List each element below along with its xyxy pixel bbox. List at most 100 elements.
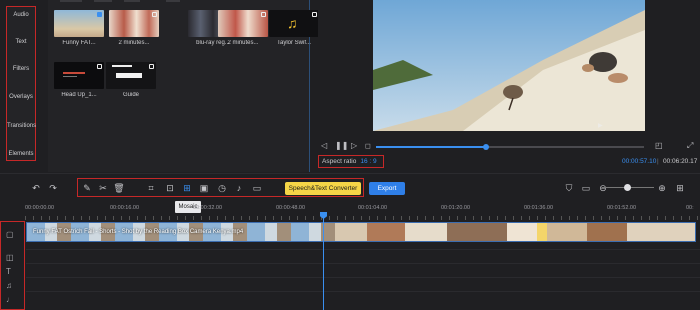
music-note-icon: ♫ [287, 15, 298, 31]
ruler-label: 00:01:20.00 [441, 205, 471, 211]
track-separator [26, 277, 700, 278]
media-thumbnail [218, 10, 268, 37]
media-item[interactable]: ♫ Taylor Swif... [269, 10, 319, 46]
trash-icon[interactable]: 🗑 [113, 182, 125, 194]
checkbox-icon[interactable] [97, 64, 102, 69]
media-thumbnail [106, 62, 156, 89]
scissors-icon[interactable]: ✂ [97, 182, 109, 194]
text-track-icon[interactable]: T [6, 267, 11, 276]
ruler-label: 00:00:16.00 [110, 205, 140, 211]
media-tab[interactable] [60, 0, 82, 2]
camera-icon[interactable]: ◰ [655, 141, 663, 150]
track-separator [26, 249, 700, 250]
crop-icon[interactable]: ⌗ [145, 182, 157, 194]
media-item-label: Head Up_1... [61, 92, 97, 98]
thumbnail-text-graphic [116, 73, 142, 78]
checkbox-icon[interactable] [97, 12, 102, 17]
ruler-ticks [25, 216, 700, 220]
pause-icon[interactable]: ❚❚ [335, 141, 348, 150]
thumbnail-text-graphic [63, 72, 85, 74]
freeze-frame-icon[interactable]: ▣ [198, 182, 210, 194]
ruler-label: 00:01:04.00 [358, 205, 388, 211]
media-tabs [54, 0, 254, 4]
zoom-out-icon[interactable]: ⊖ [597, 182, 609, 194]
sidebar-item-filters[interactable]: Filters [7, 66, 35, 72]
progress-knob[interactable] [482, 144, 489, 150]
ruler-label: 00:00:48.00 [276, 205, 306, 211]
track-separator [26, 263, 700, 264]
current-time: 00:00:57.10 [622, 158, 657, 165]
media-item[interactable]: Guide [106, 62, 156, 98]
media-item-label: Funny FAT... [62, 40, 96, 46]
progress-fill [376, 146, 486, 148]
media-thumbnail [54, 62, 104, 89]
checkbox-icon[interactable] [312, 12, 317, 17]
media-item-label: 2 minutes... [118, 40, 150, 46]
zoom-in-icon[interactable]: ⊕ [656, 182, 668, 194]
track-controls: ▢ ◫ T ♫ ♩ [0, 221, 25, 310]
thumbnail-text-graphic [63, 76, 77, 77]
sidebar: Audio Text Filters Overlays Transitions … [6, 6, 36, 161]
fullscreen-icon[interactable]: ⤢ [687, 141, 693, 151]
marker-icon[interactable]: ⛉ [563, 182, 575, 194]
media-library: Funny FAT... 2 minutes... blu-ray reg...… [48, 0, 319, 172]
checkbox-icon[interactable] [149, 64, 154, 69]
screen-record-icon[interactable]: ▭ [251, 182, 263, 194]
checkbox-icon[interactable] [152, 12, 157, 17]
timeline-clip[interactable]: Funny FAT Ostrich Fail - Shorts - Shot b… [26, 222, 696, 242]
media-tab[interactable] [124, 0, 140, 2]
forward-icon[interactable]: ▷ [351, 141, 357, 150]
aspect-ratio-value[interactable]: 16 : 9 [360, 158, 376, 165]
ruler-label: 00:00:32.00 [193, 205, 223, 211]
video-track-icon[interactable]: ▢ [6, 230, 14, 239]
overlay-track-icon[interactable]: ◫ [6, 253, 14, 262]
sidebar-item-elements[interactable]: Elements [7, 151, 35, 157]
panel-divider [0, 173, 700, 174]
timeline-ruler[interactable]: 00:00:00.00 00:00:16.00 00:00:32.00 00:0… [25, 205, 700, 220]
svg-text:▶: ▶ [598, 123, 603, 129]
playhead[interactable] [323, 213, 324, 310]
media-thumbnail [109, 10, 159, 37]
media-item-label: 2 minutes... [227, 40, 259, 46]
voice-track-icon[interactable]: ♩ [6, 295, 14, 304]
ruler-label: 00:01:52.00 [607, 205, 637, 211]
track-separator [26, 291, 700, 292]
playback-progress-bar[interactable] [376, 144, 644, 150]
resize-icon[interactable]: ⊡ [164, 182, 176, 194]
media-item[interactable]: Head Up_1... [54, 62, 104, 98]
media-tab[interactable] [94, 0, 112, 2]
time-separator: | [657, 158, 659, 165]
music-track-icon[interactable]: ♫ [6, 281, 12, 290]
microphone-icon[interactable]: ♪ [233, 182, 245, 194]
ruler-label: 00: [686, 205, 694, 211]
media-tab[interactable] [166, 0, 180, 2]
pen-icon[interactable]: ✎ [81, 182, 93, 194]
sidebar-item-audio[interactable]: Audio [7, 12, 35, 18]
sidebar-item-overlays[interactable]: Overlays [7, 94, 35, 100]
aspect-ratio-label: Aspect ratio [322, 158, 357, 165]
redo-icon[interactable]: ↷ [47, 182, 59, 194]
mosaic-icon[interactable]: ⊞ [181, 182, 193, 194]
zoom-slider-knob[interactable] [623, 184, 631, 191]
export-button[interactable]: Export [369, 182, 405, 195]
media-item-label: Taylor Swif... [276, 40, 311, 46]
media-item[interactable]: Funny FAT... [54, 10, 104, 46]
aspect-ratio-selector[interactable]: Aspect ratio 16 : 9 [318, 155, 384, 168]
media-thumbnail: ♫ [269, 10, 319, 37]
media-item[interactable]: 2 minutes... [109, 10, 159, 46]
speech-text-converter-button[interactable]: Speech&Text Converter [285, 182, 361, 195]
ruler-label: 00:01:36.00 [524, 205, 554, 211]
thumbnail-text-graphic [112, 65, 132, 67]
fit-timeline-icon[interactable]: ⊞ [674, 182, 686, 194]
sidebar-item-transitions[interactable]: Transitions [7, 123, 36, 129]
stop-icon[interactable]: ◻ [365, 142, 371, 150]
preview-video[interactable]: ▶ [373, 0, 645, 131]
sidebar-item-text[interactable]: Text [7, 39, 35, 45]
undo-icon[interactable]: ↶ [30, 182, 42, 194]
rewind-icon[interactable]: ◁ [321, 141, 327, 150]
clock-icon[interactable]: ◷ [216, 182, 228, 194]
checkbox-icon[interactable] [261, 12, 266, 17]
media-item[interactable]: 2 minutes... [218, 10, 268, 46]
clip-title: Funny FAT Ostrich Fail - Shorts - Shot b… [33, 229, 244, 235]
aspect-fit-icon[interactable]: ▭ [580, 182, 592, 194]
